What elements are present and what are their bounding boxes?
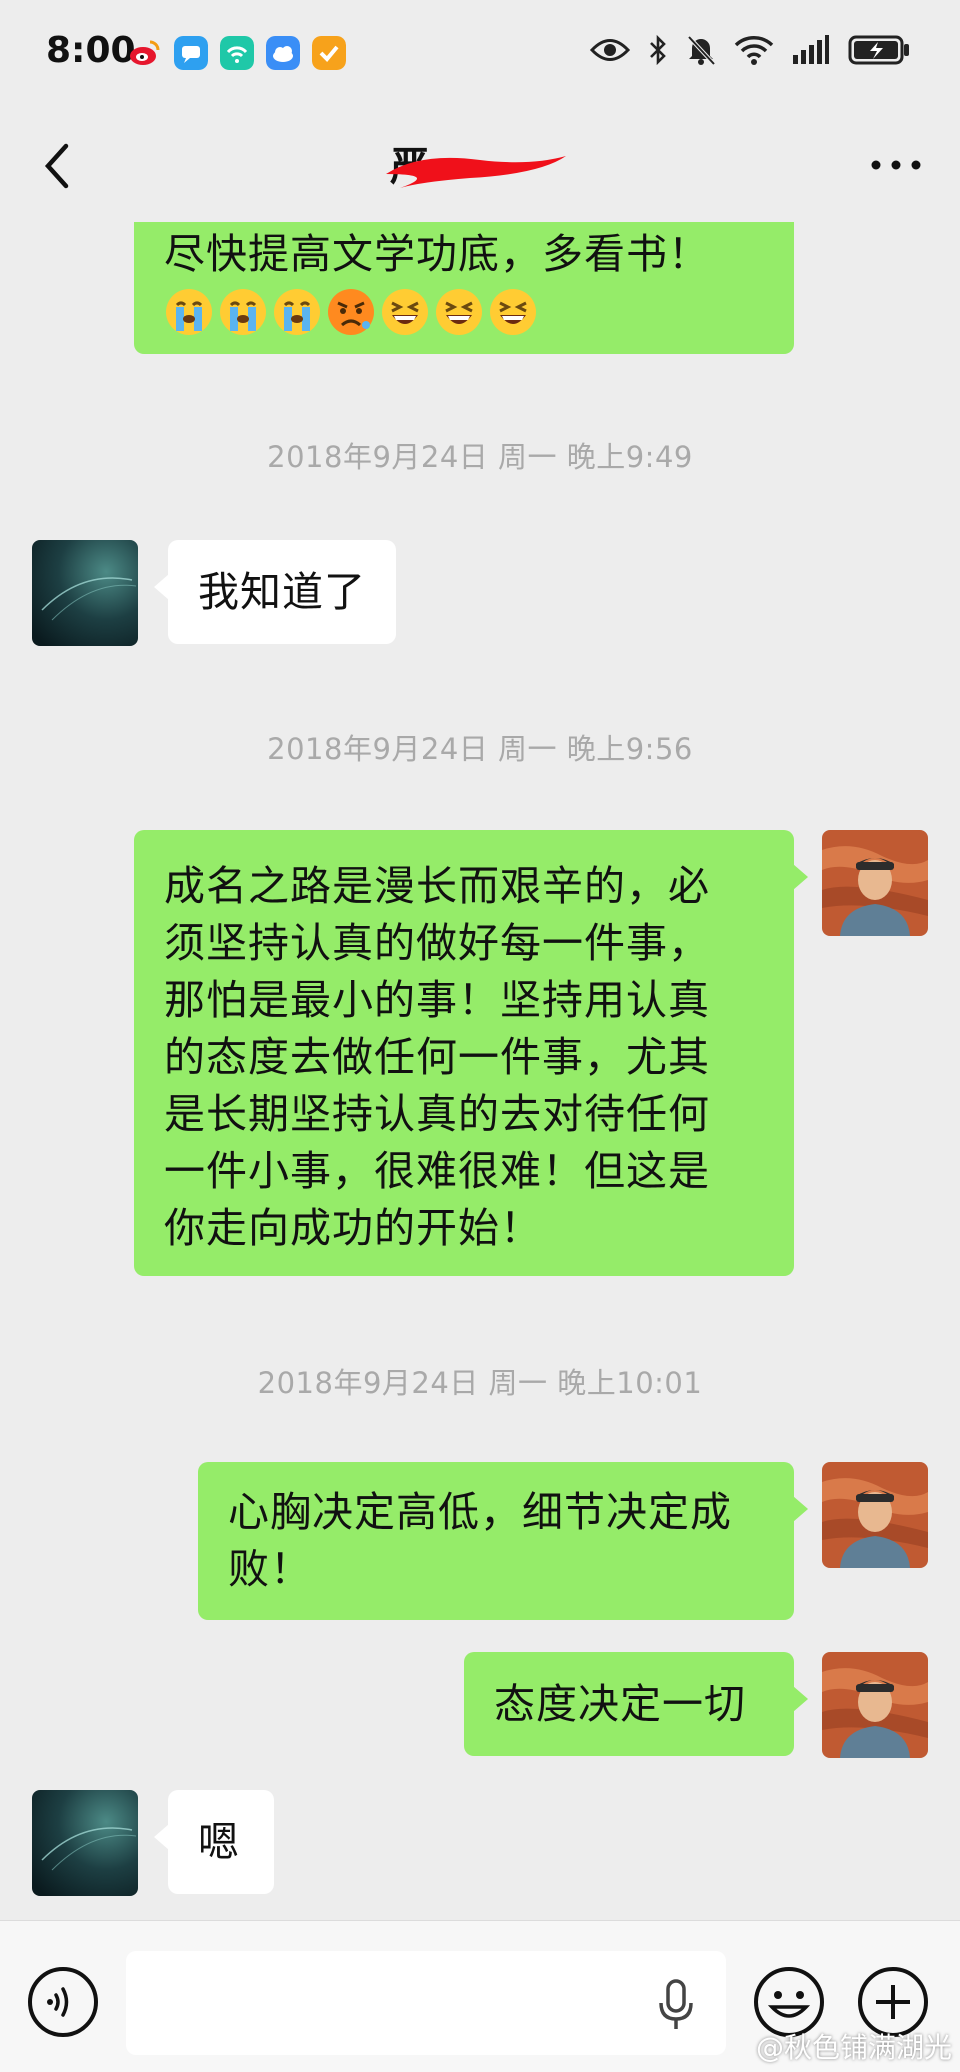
- message-line: 的态度去做任何一件事，尤其: [164, 1033, 710, 1081]
- message-timestamp: 2018年9月24日 周一 晚上9:56: [267, 732, 693, 766]
- received-message-bubble[interactable]: 嗯: [154, 1790, 274, 1894]
- message-text: 尽快提高文学功底，多看书！: [164, 230, 710, 278]
- watermark: @秋色铺满湖光: [755, 2031, 952, 2064]
- message-line: 一件小事，很难很难！但这是: [164, 1147, 710, 1195]
- message-input[interactable]: [126, 1951, 726, 2055]
- voice-toggle-icon[interactable]: [26, 1965, 100, 2039]
- sent-message-bubble[interactable]: 成名之路是漫长而艰辛的，必 须坚持认真的做好每一件事， 那怕是最小的事！坚持用认…: [134, 830, 808, 1276]
- crying-face-emoji: [274, 289, 320, 335]
- sent-message-bubble[interactable]: 态度决定一切: [464, 1652, 808, 1756]
- crying-face-emoji: [166, 289, 212, 335]
- message-line: 须坚持认真的做好每一件事，: [164, 919, 710, 967]
- message-app-icon: [174, 36, 208, 70]
- bluetooth-icon: [650, 34, 666, 66]
- redaction-mark: [386, 156, 566, 188]
- signal-icon: [793, 35, 829, 64]
- contact-avatar[interactable]: [32, 1790, 138, 1896]
- contact-avatar[interactable]: [32, 540, 138, 646]
- laughing-face-emoji: [382, 289, 428, 335]
- message-line: 成名之路是漫长而艰辛的，必: [164, 862, 710, 910]
- message-text: 态度决定一切: [494, 1680, 746, 1728]
- mute-icon: [687, 35, 716, 66]
- more-dots-icon[interactable]: [868, 152, 924, 178]
- own-avatar[interactable]: [822, 830, 928, 936]
- status-bar: 8:00: [0, 0, 960, 110]
- chat-header: 严: [0, 110, 960, 220]
- chevron-left-icon[interactable]: [36, 138, 86, 194]
- message-line: 败！: [228, 1545, 312, 1593]
- message-timestamp: 2018年9月24日 周一 晚上9:49: [267, 440, 693, 474]
- message-line: 心胸决定高低，细节决定成: [228, 1488, 732, 1536]
- eye-icon: [590, 39, 630, 61]
- sent-message-bubble[interactable]: 心胸决定高低，细节决定成 败！: [198, 1462, 808, 1620]
- emoji-row: [164, 287, 764, 337]
- laughing-face-emoji: [490, 289, 536, 335]
- laughing-face-emoji: [436, 289, 482, 335]
- message-text: 嗯: [198, 1818, 240, 1866]
- message-line: 那怕是最小的事！坚持用认真: [164, 976, 710, 1024]
- battery-charging-icon: [848, 35, 909, 65]
- crying-face-emoji: [220, 289, 266, 335]
- message-timestamp: 2018年9月24日 周一 晚上10:01: [257, 1366, 703, 1400]
- message-line: 是长期坚持认真的去对待任何: [164, 1090, 710, 1138]
- message-line: 你走向成功的开始！: [164, 1204, 542, 1252]
- notification-icons: [128, 36, 346, 70]
- status-indicators: [590, 34, 910, 66]
- status-time: 8:00: [46, 30, 136, 71]
- wifi-app-icon: [220, 36, 254, 70]
- microphone-icon[interactable]: [656, 1977, 696, 2033]
- own-avatar[interactable]: [822, 1462, 928, 1568]
- angry-face-emoji: [328, 289, 374, 335]
- wifi-icon: [734, 36, 774, 65]
- weibo-icon: [130, 40, 160, 65]
- received-message-bubble[interactable]: 我知道了: [154, 540, 396, 644]
- cloud-app-icon: [266, 36, 300, 70]
- own-avatar[interactable]: [822, 1652, 928, 1758]
- task-app-icon: [312, 36, 346, 70]
- sent-message-bubble[interactable]: 尽快提高文学功底，多看书！: [134, 222, 794, 354]
- message-text: 我知道了: [198, 568, 366, 616]
